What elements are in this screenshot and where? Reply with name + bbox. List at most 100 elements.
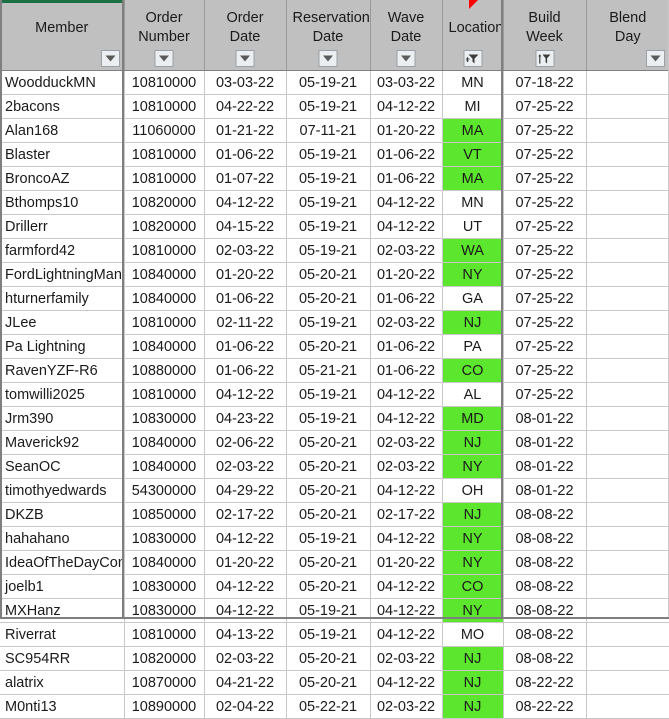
cell-build-week[interactable]: 08-01-22: [503, 479, 586, 503]
column-header-location[interactable]: Location: [442, 0, 503, 71]
cell-member[interactable]: WoodduckMN: [0, 71, 124, 95]
cell-build-week[interactable]: 07-25-22: [503, 191, 586, 215]
cell-build-week[interactable]: 08-08-22: [503, 503, 586, 527]
cell-order-date[interactable]: 02-03-22: [204, 455, 286, 479]
cell-reservation-date[interactable]: 05-19-21: [286, 167, 370, 191]
cell-order-date[interactable]: 01-21-22: [204, 119, 286, 143]
cell-build-week[interactable]: 07-25-22: [503, 143, 586, 167]
cell-order-number[interactable]: 10810000: [124, 623, 204, 647]
cell-blend-day[interactable]: [586, 335, 669, 359]
cell-reservation-date[interactable]: 05-20-21: [286, 263, 370, 287]
cell-order-number[interactable]: 10830000: [124, 575, 204, 599]
cell-order-date[interactable]: 02-17-22: [204, 503, 286, 527]
cell-member[interactable]: 2bacons: [0, 95, 124, 119]
cell-reservation-date[interactable]: 05-19-21: [286, 71, 370, 95]
cell-wave-date[interactable]: 02-17-22: [370, 503, 442, 527]
cell-member[interactable]: Jrm390: [0, 407, 124, 431]
cell-location[interactable]: PA: [442, 335, 503, 359]
cell-order-date[interactable]: 04-12-22: [204, 191, 286, 215]
cell-blend-day[interactable]: [586, 167, 669, 191]
filter-dropdown-button[interactable]: [236, 50, 255, 67]
table-row[interactable]: M0nti131089000002-04-2205-22-2102-03-22N…: [0, 695, 669, 719]
column-header-member[interactable]: Member: [0, 0, 124, 71]
table-row[interactable]: SC954RR1082000002-03-2205-20-2102-03-22N…: [0, 647, 669, 671]
table-row[interactable]: tomwilli20251081000004-12-2205-19-2104-1…: [0, 383, 669, 407]
cell-build-week[interactable]: 07-25-22: [503, 263, 586, 287]
cell-build-week[interactable]: 08-01-22: [503, 431, 586, 455]
table-row[interactable]: Riverrat1081000004-13-2205-19-2104-12-22…: [0, 623, 669, 647]
cell-member[interactable]: timothyedwards: [0, 479, 124, 503]
cell-order-date[interactable]: 02-11-22: [204, 311, 286, 335]
cell-build-week[interactable]: 07-25-22: [503, 311, 586, 335]
cell-member[interactable]: DKZB: [0, 503, 124, 527]
cell-member[interactable]: Pa Lightning: [0, 335, 124, 359]
cell-member[interactable]: Alan168: [0, 119, 124, 143]
cell-order-number[interactable]: 10830000: [124, 407, 204, 431]
cell-blend-day[interactable]: [586, 551, 669, 575]
cell-build-week[interactable]: 07-25-22: [503, 167, 586, 191]
cell-blend-day[interactable]: [586, 407, 669, 431]
cell-location[interactable]: MN: [442, 191, 503, 215]
cell-order-date[interactable]: 04-22-22: [204, 95, 286, 119]
cell-order-date[interactable]: 01-07-22: [204, 167, 286, 191]
cell-order-date[interactable]: 04-13-22: [204, 623, 286, 647]
cell-member[interactable]: Riverrat: [0, 623, 124, 647]
filter-dropdown-button[interactable]: [397, 50, 416, 67]
cell-blend-day[interactable]: [586, 431, 669, 455]
cell-build-week[interactable]: 07-25-22: [503, 95, 586, 119]
table-row[interactable]: BroncoAZ1081000001-07-2205-19-2101-06-22…: [0, 167, 669, 191]
cell-reservation-date[interactable]: 05-19-21: [286, 527, 370, 551]
cell-order-date[interactable]: 04-23-22: [204, 407, 286, 431]
table-row[interactable]: Maverick921084000002-06-2205-20-2102-03-…: [0, 431, 669, 455]
cell-order-number[interactable]: 54300000: [124, 479, 204, 503]
table-row[interactable]: FordLightningMan1084000001-20-2205-20-21…: [0, 263, 669, 287]
cell-reservation-date[interactable]: 05-20-21: [286, 551, 370, 575]
table-row[interactable]: hturnerfamily1084000001-06-2205-20-2101-…: [0, 287, 669, 311]
cell-build-week[interactable]: 07-25-22: [503, 215, 586, 239]
cell-blend-day[interactable]: [586, 287, 669, 311]
cell-order-number[interactable]: 10810000: [124, 239, 204, 263]
cell-build-week[interactable]: 07-25-22: [503, 119, 586, 143]
cell-blend-day[interactable]: [586, 383, 669, 407]
cell-location[interactable]: MD: [442, 407, 503, 431]
cell-location[interactable]: MA: [442, 119, 503, 143]
cell-location[interactable]: MI: [442, 95, 503, 119]
cell-location[interactable]: NY: [442, 527, 503, 551]
cell-order-date[interactable]: 01-06-22: [204, 143, 286, 167]
column-header-wave-date[interactable]: Wave Date: [370, 0, 442, 71]
cell-reservation-date[interactable]: 05-20-21: [286, 647, 370, 671]
cell-order-date[interactable]: 02-04-22: [204, 695, 286, 719]
cell-wave-date[interactable]: 04-12-22: [370, 191, 442, 215]
cell-build-week[interactable]: 08-08-22: [503, 575, 586, 599]
filter-dropdown-button[interactable]: [101, 50, 120, 67]
cell-order-number[interactable]: 10810000: [124, 167, 204, 191]
cell-wave-date[interactable]: 02-03-22: [370, 311, 442, 335]
cell-location[interactable]: CO: [442, 575, 503, 599]
cell-build-week[interactable]: 08-08-22: [503, 551, 586, 575]
cell-order-date[interactable]: 01-06-22: [204, 359, 286, 383]
cell-order-number[interactable]: 10810000: [124, 95, 204, 119]
cell-wave-date[interactable]: 02-03-22: [370, 695, 442, 719]
cell-blend-day[interactable]: [586, 455, 669, 479]
cell-member[interactable]: BroncoAZ: [0, 167, 124, 191]
cell-blend-day[interactable]: [586, 191, 669, 215]
cell-blend-day[interactable]: [586, 695, 669, 719]
cell-blend-day[interactable]: [586, 359, 669, 383]
cell-wave-date[interactable]: 04-12-22: [370, 575, 442, 599]
cell-member[interactable]: SeanOC: [0, 455, 124, 479]
cell-build-week[interactable]: 08-08-22: [503, 647, 586, 671]
cell-location[interactable]: NY: [442, 263, 503, 287]
cell-order-date[interactable]: 01-06-22: [204, 335, 286, 359]
table-row[interactable]: Pa Lightning1084000001-06-2205-20-2101-0…: [0, 335, 669, 359]
cell-location[interactable]: NJ: [442, 503, 503, 527]
cell-location[interactable]: MO: [442, 623, 503, 647]
cell-build-week[interactable]: 07-25-22: [503, 287, 586, 311]
cell-reservation-date[interactable]: 05-20-21: [286, 455, 370, 479]
table-row[interactable]: alatrix1087000004-21-2205-20-2104-12-22N…: [0, 671, 669, 695]
cell-wave-date[interactable]: 04-12-22: [370, 623, 442, 647]
cell-blend-day[interactable]: [586, 143, 669, 167]
cell-order-number[interactable]: 10880000: [124, 359, 204, 383]
cell-location[interactable]: NJ: [442, 311, 503, 335]
cell-wave-date[interactable]: 01-06-22: [370, 143, 442, 167]
cell-blend-day[interactable]: [586, 119, 669, 143]
